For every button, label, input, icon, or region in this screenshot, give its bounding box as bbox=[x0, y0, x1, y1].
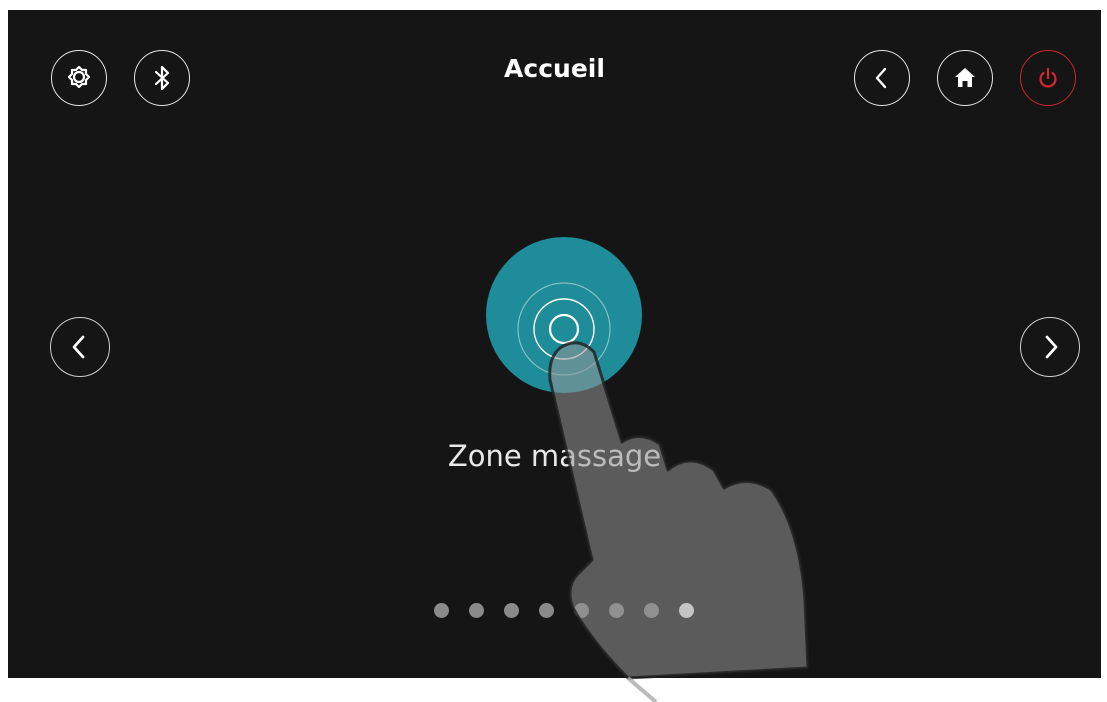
home-button[interactable] bbox=[937, 50, 993, 106]
page-indicator bbox=[434, 603, 694, 618]
previous-page-button[interactable] bbox=[50, 317, 110, 377]
page-dot[interactable] bbox=[434, 603, 449, 618]
page-dot-active[interactable] bbox=[679, 603, 694, 618]
page-dot[interactable] bbox=[574, 603, 589, 618]
power-button[interactable] bbox=[1020, 50, 1076, 106]
page-dot[interactable] bbox=[504, 603, 519, 618]
chevron-left-icon bbox=[875, 67, 887, 89]
next-page-button[interactable] bbox=[1020, 317, 1080, 377]
back-button[interactable] bbox=[854, 50, 910, 106]
chevron-right-icon bbox=[1045, 335, 1058, 359]
page-dot[interactable] bbox=[539, 603, 554, 618]
massage-zone-button[interactable] bbox=[486, 237, 642, 393]
feature-label: Zone massage bbox=[447, 439, 662, 473]
massage-zone-icon bbox=[517, 282, 611, 376]
page-dot[interactable] bbox=[609, 603, 624, 618]
page-dot[interactable] bbox=[644, 603, 659, 618]
page-dot[interactable] bbox=[469, 603, 484, 618]
device-screen: Accueil Zone massage bbox=[8, 10, 1101, 678]
power-icon bbox=[1039, 67, 1057, 88]
chevron-left-icon bbox=[72, 335, 85, 359]
home-icon bbox=[955, 68, 975, 87]
